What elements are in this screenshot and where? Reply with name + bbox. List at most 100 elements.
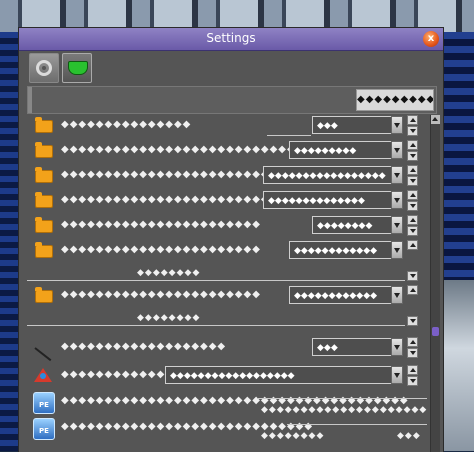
setting-row: ◆◆◆◆◆◆◆◆◆◆◆◆◆◆◆◆◆◆◆◆◆◆◆◆◆◆◆◆◆ ◆◆◆◆◆◆◆◆◆◆… <box>27 165 427 187</box>
stepper-up-icon[interactable] <box>407 215 418 225</box>
setting-row: ◆◆◆◆◆◆◆◆◆◆◆◆◆◆◆◆◆◆◆◆◆◆◆ ◆◆◆◆◆◆◆◆◆◆◆◆ ◆◆◆… <box>27 240 427 282</box>
setting-sub-value: ◆◆◆◆◆◆◆◆ <box>137 313 201 323</box>
setting-dropdown[interactable]: ◆◆◆◆◆◆◆◆◆◆◆◆◆◆ <box>263 191 392 209</box>
setting-label: ◆◆◆◆◆◆◆◆◆◆◆◆◆◆◆◆◆◆◆◆◆◆◆ <box>61 219 261 230</box>
header-action-button[interactable]: ◆◆◆◆◆◆◆◆◆◆◆◆ <box>356 89 434 111</box>
stepper-up-icon[interactable] <box>407 190 418 200</box>
pe-app-icon: PE <box>33 418 55 440</box>
stepper-up-icon[interactable] <box>407 285 418 295</box>
setting-row: ◆◆◆◆◆◆◆◆◆◆◆◆◆◆◆ ◆◆◆ <box>27 115 427 137</box>
stepper-down-icon[interactable] <box>407 176 418 186</box>
setting-row: ◆◆◆◆◆◆◆◆◆◆◆◆◆◆◆◆◆◆◆◆◆◆◆ ◆◆◆◆◆◆◆◆ <box>27 215 427 237</box>
setting-stepper[interactable] <box>407 115 418 137</box>
divider-line <box>27 280 405 281</box>
setting-dropdown[interactable]: ◆◆◆ <box>312 338 392 356</box>
setting-row: ◆◆◆◆◆◆◆◆◆◆◆◆◆◆◆◆◆◆◆◆◆◆◆◆◆◆◆◆◆◆ ◆◆◆◆◆◆◆◆◆… <box>27 365 427 387</box>
background-right-wall <box>440 280 474 451</box>
slider-track[interactable] <box>257 398 427 399</box>
setting-dropdown[interactable]: ◆◆◆ <box>312 116 392 134</box>
general-settings-tab[interactable] <box>29 53 59 83</box>
chevron-down-icon[interactable] <box>391 141 403 159</box>
chevron-down-icon[interactable] <box>391 338 403 356</box>
stepper-up-icon[interactable] <box>407 337 418 347</box>
shapes-icon <box>34 368 52 382</box>
stepper-down-icon[interactable] <box>407 271 418 281</box>
setting-sub-value: ◆◆◆◆◆◆◆◆◆◆◆◆◆◆◆◆◆◆◆◆◆ <box>261 405 428 415</box>
settings-header: ◆◆◆◆◆◆◆◆◆◆◆◆ <box>27 86 437 114</box>
folder-icon <box>35 142 53 158</box>
stepper-up-icon[interactable] <box>407 165 418 175</box>
setting-dropdown[interactable]: ◆◆◆◆◆◆◆◆◆◆◆◆ <box>289 286 392 304</box>
title-bar[interactable]: Settings x <box>19 28 443 51</box>
setting-sub-value: ◆◆◆◆◆◆◆◆ <box>137 268 201 278</box>
setting-dropdown[interactable]: ◆◆◆◆◆◆◆◆◆◆◆◆ <box>289 241 392 259</box>
stepper-down-icon[interactable] <box>407 376 418 386</box>
setting-dropdown[interactable]: ◆◆◆◆◆◆◆◆◆◆◆◆◆◆◆◆◆◆ <box>165 366 392 384</box>
setting-row: PE ◆◆◆◆◆◆◆◆◆◆◆◆◆◆◆◆◆◆◆◆◆◆◆◆◆◆◆◆◆◆◆◆◆◆◆◆◆… <box>27 391 427 417</box>
setting-label: ◆◆◆◆◆◆◆◆◆◆◆◆◆◆◆ <box>61 119 192 130</box>
setting-label: ◆◆◆◆◆◆◆◆◆◆◆◆◆◆◆◆◆◆◆◆◆◆◆◆◆◆◆ <box>61 194 296 205</box>
chevron-down-icon[interactable] <box>391 216 403 234</box>
chevron-down-icon[interactable] <box>391 241 403 259</box>
stepper-up-icon[interactable] <box>407 140 418 150</box>
folder-icon <box>35 167 53 183</box>
gear-icon <box>36 60 52 76</box>
setting-label: ◆◆◆◆◆◆◆◆◆◆◆◆◆◆◆◆◆◆◆ <box>61 341 227 352</box>
stepper-down-icon[interactable] <box>407 126 418 136</box>
close-button[interactable]: x <box>423 31 439 47</box>
setting-row: ◆◆◆◆◆◆◆◆◆◆◆◆◆◆◆◆◆◆◆◆◆◆◆◆◆◆◆ ◆◆◆◆◆◆◆◆◆◆◆◆… <box>27 190 427 212</box>
scroll-up-icon[interactable] <box>431 115 440 124</box>
divider-line <box>267 135 311 136</box>
stepper-up-icon[interactable] <box>407 365 418 375</box>
setting-stepper[interactable] <box>407 285 418 327</box>
scroll-thumb[interactable] <box>432 327 439 336</box>
folder-icon <box>35 117 53 133</box>
paint-bucket-icon <box>68 61 88 75</box>
settings-window: Settings x ◆◆◆◆◆◆◆◆◆ ◆◆◆ ◆◆◆◆◆◆◆◆◆◆◆◆ ◆◆◆ … <box>18 27 444 452</box>
setting-dropdown[interactable]: ◆◆◆◆◆◆◆◆◆◆◆◆◆◆◆◆◆ <box>263 166 392 184</box>
paint-settings-tab[interactable] <box>62 53 92 83</box>
stepper-down-icon[interactable] <box>407 201 418 211</box>
stepper-down-icon[interactable] <box>407 151 418 161</box>
chevron-down-icon[interactable] <box>391 116 403 134</box>
chevron-down-icon[interactable] <box>391 166 403 184</box>
folder-icon <box>35 192 53 208</box>
setting-row: ◆◆◆◆◆◆◆◆◆◆◆◆◆◆◆◆◆◆◆◆◆◆◆◆◆◆◆ ◆◆◆◆◆◆◆◆◆ <box>27 140 427 162</box>
pen-icon <box>35 341 53 355</box>
setting-label: ◆◆◆◆◆◆◆◆◆◆◆◆◆◆◆◆◆◆◆◆◆◆◆ <box>61 244 261 255</box>
setting-stepper[interactable] <box>407 165 418 187</box>
folder-icon <box>35 217 53 233</box>
setting-stepper[interactable] <box>407 240 418 282</box>
setting-stepper[interactable] <box>407 190 418 212</box>
setting-row: ◆◆◆◆◆◆◆◆◆◆◆◆◆◆◆◆◆◆◆◆◆◆◆ ◆◆◆◆◆◆◆◆◆◆◆◆ ◆◆◆… <box>27 285 427 327</box>
window-title: Settings <box>206 31 256 45</box>
settings-list: ◆◆◆◆◆◆◆◆◆◆◆◆◆◆◆ ◆◆◆ ◆◆◆◆◆◆◆◆◆◆◆◆◆◆◆◆◆◆◆◆… <box>27 115 427 452</box>
folder-icon <box>35 242 53 258</box>
setting-sub-value: ◆◆◆◆◆◆◆◆ <box>261 431 325 441</box>
chevron-down-icon[interactable] <box>391 366 403 384</box>
stepper-down-icon[interactable] <box>407 226 418 236</box>
setting-row: PE ◆◆◆◆◆◆◆◆◆◆◆◆◆◆◆◆◆◆◆◆◆◆◆◆◆◆◆◆◆ ◆◆◆◆◆◆◆… <box>27 417 427 443</box>
setting-stepper[interactable] <box>407 365 418 387</box>
chevron-down-icon[interactable] <box>391 191 403 209</box>
stepper-up-icon[interactable] <box>407 115 418 125</box>
setting-dropdown[interactable]: ◆◆◆◆◆◆◆◆◆ <box>289 141 392 159</box>
setting-sub-value: ◆◆◆ <box>397 431 421 441</box>
setting-row: ◆◆◆◆◆◆◆◆◆◆◆◆◆◆◆◆◆◆◆ ◆◆◆ <box>27 337 427 359</box>
setting-label: ◆◆◆◆◆◆◆◆◆◆◆◆◆◆◆◆◆◆◆◆◆◆◆ <box>61 289 261 300</box>
setting-dropdown[interactable]: ◆◆◆◆◆◆◆◆ <box>312 216 392 234</box>
header-divider <box>28 87 32 113</box>
vertical-scrollbar[interactable] <box>430 115 440 452</box>
divider-line <box>27 325 405 326</box>
stepper-down-icon[interactable] <box>407 316 418 326</box>
pe-app-icon: PE <box>33 392 55 414</box>
setting-stepper[interactable] <box>407 140 418 162</box>
chevron-down-icon[interactable] <box>391 286 403 304</box>
stepper-up-icon[interactable] <box>407 240 418 250</box>
slider-track[interactable] <box>287 424 427 425</box>
stepper-down-icon[interactable] <box>407 348 418 358</box>
background-left-panel <box>0 32 20 451</box>
setting-stepper[interactable] <box>407 337 418 359</box>
setting-stepper[interactable] <box>407 215 418 237</box>
setting-label: ◆◆◆◆◆◆◆◆◆◆◆◆◆◆◆◆◆◆◆◆◆◆◆◆◆◆◆ <box>61 144 296 155</box>
